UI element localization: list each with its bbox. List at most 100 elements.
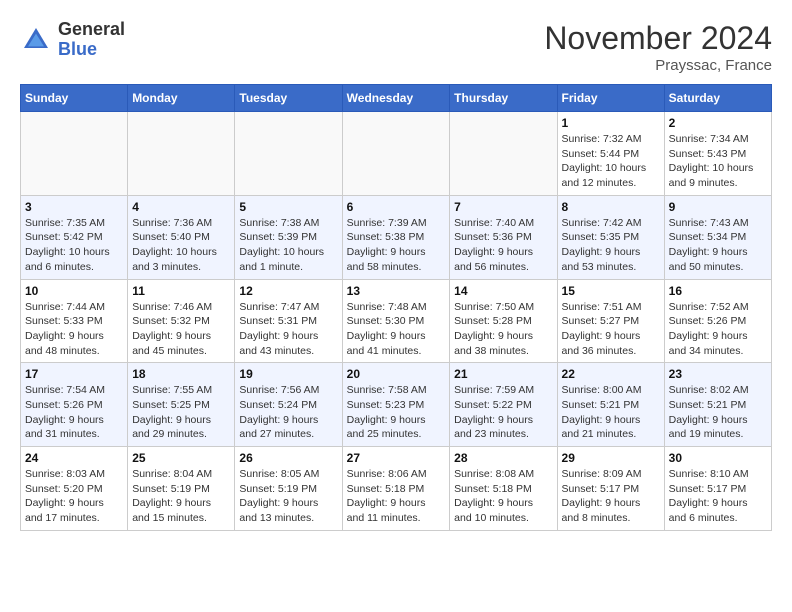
calendar-row: 1Sunrise: 7:32 AM Sunset: 5:44 PM Daylig… xyxy=(21,112,772,196)
calendar-cell: 1Sunrise: 7:32 AM Sunset: 5:44 PM Daylig… xyxy=(557,112,664,196)
day-number: 16 xyxy=(669,284,767,298)
day-number: 13 xyxy=(347,284,446,298)
calendar-cell: 18Sunrise: 7:55 AM Sunset: 5:25 PM Dayli… xyxy=(128,363,235,447)
day-detail: Sunrise: 8:04 AM Sunset: 5:19 PM Dayligh… xyxy=(132,467,230,526)
day-number: 15 xyxy=(562,284,660,298)
day-header: Sunday xyxy=(21,85,128,112)
day-header: Saturday xyxy=(664,85,771,112)
calendar-cell: 21 Sunrise: 7:59 AM Sunset: 5:22 PM Dayli… xyxy=(450,363,557,447)
calendar-header-row: SundayMondayTuesdayWednesdayThursdayFrid… xyxy=(21,85,772,112)
day-number: 1 xyxy=(562,116,660,130)
calendar-cell: 22 Sunrise: 8:00 AM Sunset: 5:21 PM Dayli… xyxy=(557,363,664,447)
day-header: Wednesday xyxy=(342,85,450,112)
calendar-cell: 4 Sunrise: 7:36 AM Sunset: 5:40 PM Daylig… xyxy=(128,195,235,279)
day-number: 5 xyxy=(239,200,337,214)
day-detail: Sunrise: 8:08 AM Sunset: 5:18 PM Dayligh… xyxy=(454,467,552,526)
logo-icon xyxy=(20,24,52,56)
day-detail: Sunrise: 7:46 AM Sunset: 5:32 PM Dayligh… xyxy=(132,300,230,359)
day-number: 17 xyxy=(25,367,123,381)
day-number: 12 xyxy=(239,284,337,298)
calendar-cell: 17 Sunrise: 7:54 AM Sunset: 5:26 PM Dayli… xyxy=(21,363,128,447)
calendar: SundayMondayTuesdayWednesdayThursdayFrid… xyxy=(20,84,772,531)
day-number: 19 xyxy=(239,367,337,381)
logo-blue: Blue xyxy=(58,40,125,60)
day-number: 23 xyxy=(669,367,767,381)
day-number: 7 xyxy=(454,200,552,214)
day-detail: Sunrise: 7:52 AM Sunset: 5:26 PM Dayligh… xyxy=(669,300,767,359)
calendar-cell: 30 Sunrise: 8:10 AM Sunset: 5:17 PM Dayli… xyxy=(664,447,771,531)
calendar-cell: 10 Sunrise: 7:44 AM Sunset: 5:33 PM Dayli… xyxy=(21,279,128,363)
calendar-cell: 12 Sunrise: 7:47 AM Sunset: 5:31 PM Dayli… xyxy=(235,279,342,363)
calendar-cell xyxy=(450,112,557,196)
calendar-row: 3Sunrise: 7:35 AM Sunset: 5:42 PM Daylig… xyxy=(21,195,772,279)
day-detail: Sunrise: 7:34 AM Sunset: 5:43 PM Dayligh… xyxy=(669,132,767,191)
calendar-row: 17 Sunrise: 7:54 AM Sunset: 5:26 PM Dayli… xyxy=(21,363,772,447)
calendar-cell xyxy=(342,112,450,196)
logo: General Blue xyxy=(20,20,125,60)
day-number: 21 xyxy=(454,367,552,381)
day-detail: Sunrise: 7:50 AM Sunset: 5:28 PM Dayligh… xyxy=(454,300,552,359)
day-number: 14 xyxy=(454,284,552,298)
day-number: 24 xyxy=(25,451,123,465)
calendar-cell: 7 Sunrise: 7:40 AM Sunset: 5:36 PM Daylig… xyxy=(450,195,557,279)
day-detail: Sunrise: 7:59 AM Sunset: 5:22 PM Dayligh… xyxy=(454,383,552,442)
day-detail: Sunrise: 7:47 AM Sunset: 5:31 PM Dayligh… xyxy=(239,300,337,359)
day-number: 28 xyxy=(454,451,552,465)
day-number: 22 xyxy=(562,367,660,381)
day-detail: Sunrise: 7:55 AM Sunset: 5:25 PM Dayligh… xyxy=(132,383,230,442)
day-detail: Sunrise: 8:00 AM Sunset: 5:21 PM Dayligh… xyxy=(562,383,660,442)
day-header: Tuesday xyxy=(235,85,342,112)
calendar-cell: 24 Sunrise: 8:03 AM Sunset: 5:20 PM Dayli… xyxy=(21,447,128,531)
calendar-cell: 3Sunrise: 7:35 AM Sunset: 5:42 PM Daylig… xyxy=(21,195,128,279)
logo-general: General xyxy=(58,20,125,40)
location: Prayssac, France xyxy=(544,57,772,74)
day-number: 20 xyxy=(347,367,446,381)
day-detail: Sunrise: 7:43 AM Sunset: 5:34 PM Dayligh… xyxy=(669,216,767,275)
calendar-cell: 16 Sunrise: 7:52 AM Sunset: 5:26 PM Dayli… xyxy=(664,279,771,363)
day-detail: Sunrise: 7:58 AM Sunset: 5:23 PM Dayligh… xyxy=(347,383,446,442)
day-detail: Sunrise: 7:35 AM Sunset: 5:42 PM Dayligh… xyxy=(25,216,123,275)
day-detail: Sunrise: 7:48 AM Sunset: 5:30 PM Dayligh… xyxy=(347,300,446,359)
calendar-row: 24 Sunrise: 8:03 AM Sunset: 5:20 PM Dayli… xyxy=(21,447,772,531)
day-number: 27 xyxy=(347,451,446,465)
day-detail: Sunrise: 7:54 AM Sunset: 5:26 PM Dayligh… xyxy=(25,383,123,442)
day-detail: Sunrise: 8:03 AM Sunset: 5:20 PM Dayligh… xyxy=(25,467,123,526)
calendar-cell: 6 Sunrise: 7:39 AM Sunset: 5:38 PM Daylig… xyxy=(342,195,450,279)
day-detail: Sunrise: 7:44 AM Sunset: 5:33 PM Dayligh… xyxy=(25,300,123,359)
calendar-row: 10 Sunrise: 7:44 AM Sunset: 5:33 PM Dayli… xyxy=(21,279,772,363)
day-detail: Sunrise: 7:42 AM Sunset: 5:35 PM Dayligh… xyxy=(562,216,660,275)
day-detail: Sunrise: 7:40 AM Sunset: 5:36 PM Dayligh… xyxy=(454,216,552,275)
calendar-cell: 2 Sunrise: 7:34 AM Sunset: 5:43 PM Daylig… xyxy=(664,112,771,196)
page-header: General Blue November 2024 Prayssac, Fra… xyxy=(20,20,772,74)
day-detail: Sunrise: 7:51 AM Sunset: 5:27 PM Dayligh… xyxy=(562,300,660,359)
day-number: 29 xyxy=(562,451,660,465)
day-detail: Sunrise: 8:05 AM Sunset: 5:19 PM Dayligh… xyxy=(239,467,337,526)
day-number: 9 xyxy=(669,200,767,214)
calendar-cell xyxy=(235,112,342,196)
day-header: Thursday xyxy=(450,85,557,112)
day-number: 25 xyxy=(132,451,230,465)
calendar-cell xyxy=(21,112,128,196)
day-detail: Sunrise: 8:10 AM Sunset: 5:17 PM Dayligh… xyxy=(669,467,767,526)
calendar-cell: 29 Sunrise: 8:09 AM Sunset: 5:17 PM Dayli… xyxy=(557,447,664,531)
day-detail: Sunrise: 8:09 AM Sunset: 5:17 PM Dayligh… xyxy=(562,467,660,526)
logo-text: General Blue xyxy=(58,20,125,60)
month-title: November 2024 xyxy=(544,20,772,57)
day-detail: Sunrise: 7:36 AM Sunset: 5:40 PM Dayligh… xyxy=(132,216,230,275)
day-number: 10 xyxy=(25,284,123,298)
calendar-cell: 19Sunrise: 7:56 AM Sunset: 5:24 PM Dayli… xyxy=(235,363,342,447)
calendar-cell: 5Sunrise: 7:38 AM Sunset: 5:39 PM Daylig… xyxy=(235,195,342,279)
day-number: 30 xyxy=(669,451,767,465)
day-number: 6 xyxy=(347,200,446,214)
calendar-cell: 23 Sunrise: 8:02 AM Sunset: 5:21 PM Dayli… xyxy=(664,363,771,447)
day-number: 11 xyxy=(132,284,230,298)
day-detail: Sunrise: 8:02 AM Sunset: 5:21 PM Dayligh… xyxy=(669,383,767,442)
day-number: 2 xyxy=(669,116,767,130)
calendar-cell: 26Sunrise: 8:05 AM Sunset: 5:19 PM Dayli… xyxy=(235,447,342,531)
day-number: 4 xyxy=(132,200,230,214)
calendar-cell: 15 Sunrise: 7:51 AM Sunset: 5:27 PM Dayli… xyxy=(557,279,664,363)
calendar-cell xyxy=(128,112,235,196)
day-header: Friday xyxy=(557,85,664,112)
calendar-cell: 14 Sunrise: 7:50 AM Sunset: 5:28 PM Dayli… xyxy=(450,279,557,363)
day-detail: Sunrise: 7:39 AM Sunset: 5:38 PM Dayligh… xyxy=(347,216,446,275)
